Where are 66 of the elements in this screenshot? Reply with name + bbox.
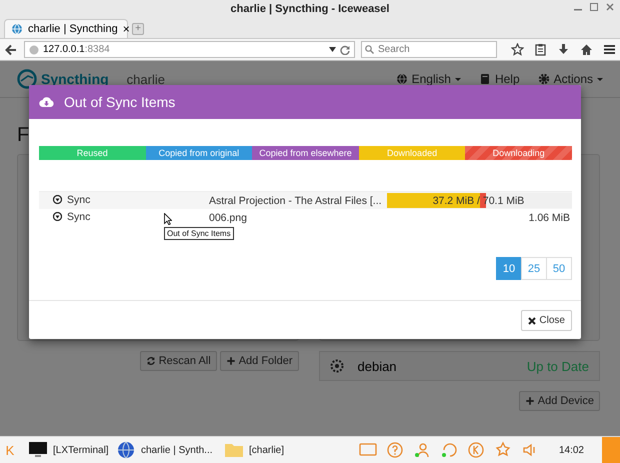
tooltip: Out of Sync Items <box>164 227 234 240</box>
clock: 14:02 <box>558 444 584 456</box>
network-icon[interactable] <box>440 441 458 459</box>
action-label: Sync <box>53 210 90 223</box>
star-icon[interactable] <box>511 43 524 56</box>
new-tab-button[interactable]: + <box>132 23 144 35</box>
help-icon[interactable] <box>386 441 404 459</box>
taskbar-button[interactable]: charlie | Synth... <box>116 440 216 460</box>
taskbar-button[interactable]: [LXTerminal] <box>28 440 108 460</box>
cursor-icon <box>164 213 172 225</box>
refresh-icon <box>146 356 156 366</box>
reload-icon[interactable] <box>340 44 350 54</box>
legend-item: Copied from original <box>146 146 252 160</box>
close-icon <box>528 316 536 324</box>
page-icon <box>29 44 39 54</box>
close-button[interactable]: Close <box>521 310 572 331</box>
logo-icon <box>17 69 37 89</box>
home-icon[interactable] <box>580 43 593 56</box>
globe-icon <box>11 23 23 35</box>
legend-item: Downloaded <box>358 146 466 160</box>
cloud-download-icon <box>39 96 54 108</box>
device-name: charlie <box>126 72 166 86</box>
device-icon <box>330 359 344 373</box>
download-icon <box>53 212 62 222</box>
legend-item: Copied from elsewhere <box>252 146 359 160</box>
search-icon <box>365 45 374 54</box>
settings-icon[interactable] <box>494 441 512 459</box>
plus-icon <box>226 356 236 366</box>
book-icon <box>478 73 491 85</box>
globe-icon <box>116 440 136 460</box>
modal-header: Out of Sync Items <box>29 85 581 119</box>
settings-icon <box>538 73 550 85</box>
action-label: Sync <box>53 194 90 206</box>
page-size-button[interactable]: 50 <box>546 257 572 280</box>
close-icon[interactable] <box>606 3 614 11</box>
legend-item: Downloading <box>465 146 572 160</box>
page-size-button[interactable]: 25 <box>521 257 547 280</box>
download-icon <box>53 195 62 204</box>
section-heading: F <box>17 124 30 146</box>
user-icon[interactable] <box>412 441 431 459</box>
plus-icon <box>524 396 535 406</box>
download-icon[interactable] <box>557 43 570 56</box>
address-bar[interactable]: 127.0.0.1:8384 <box>24 41 355 58</box>
nav-menu[interactable]: Help <box>478 72 520 86</box>
file-name: Astral Projection - The Astral Files [... <box>209 194 383 206</box>
start-button[interactable]: K <box>0 442 20 458</box>
legend-item: Reused <box>39 146 146 160</box>
device-row[interactable]: debian Up to Date <box>318 351 600 381</box>
search-field[interactable]: Search <box>361 41 497 58</box>
back-icon[interactable] <box>4 42 18 56</box>
globe-icon <box>396 73 408 85</box>
toolbar-button[interactable]: Add Folder <box>220 351 298 371</box>
toolbar-button[interactable]: Rescan All <box>140 351 217 371</box>
window-title: charlie | Syncthing - Iceweasel <box>230 3 390 15</box>
add-device-button[interactable]: Add Device <box>518 391 600 411</box>
file-size: 1.06 MiB <box>528 212 571 224</box>
clipboard-icon[interactable] <box>534 43 547 56</box>
maximize-icon[interactable] <box>590 3 598 11</box>
browser-tab[interactable]: charlie | Syncthing × <box>4 19 128 38</box>
taskbar-button[interactable]: [charlie] <box>224 440 304 460</box>
file-name: 006.png <box>209 212 248 224</box>
page-size-button[interactable]: 10 <box>496 257 522 280</box>
close-tab-button[interactable]: × <box>122 22 130 36</box>
dropdown-icon[interactable] <box>329 47 336 52</box>
monitor-icon <box>28 440 48 460</box>
menu-icon[interactable] <box>603 43 616 56</box>
